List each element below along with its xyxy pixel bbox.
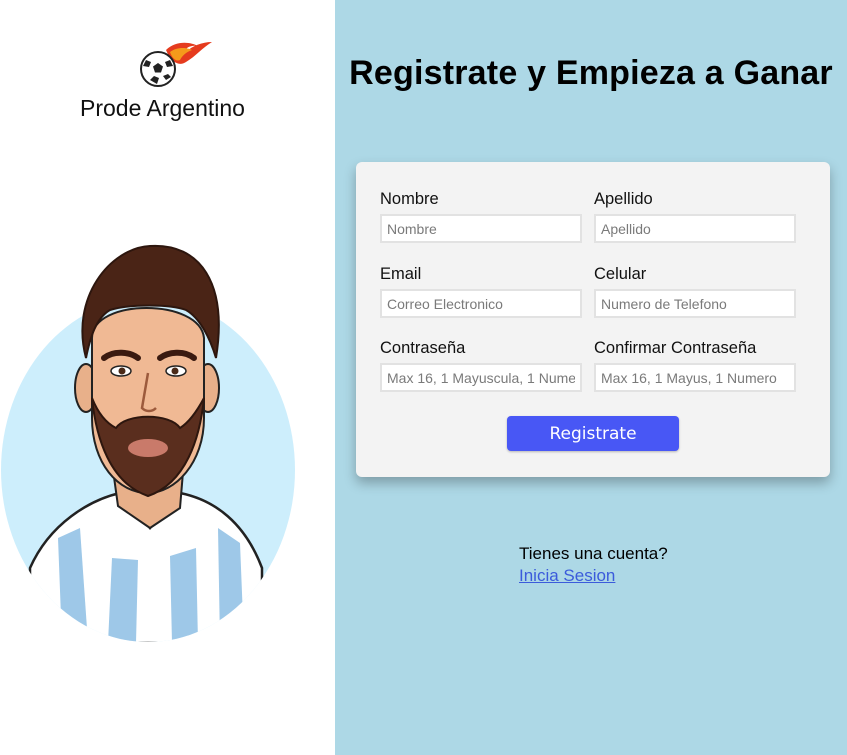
left-panel: Prode Argentino <box>0 0 335 755</box>
last-name-input[interactable] <box>594 214 796 243</box>
player-avatar-illustration <box>1 244 295 642</box>
registration-form: Nombre Apellido Email Celular Contraseña… <box>356 162 830 477</box>
login-link[interactable]: Inicia Sesion <box>519 566 615 586</box>
account-question: Tienes una cuenta? <box>519 544 668 563</box>
right-panel: Registrate y Empieza a Ganar Nombre Apel… <box>335 0 847 755</box>
password-group: Contraseña <box>380 339 582 392</box>
first-name-label: Nombre <box>380 190 439 208</box>
phone-label: Celular <box>594 265 647 283</box>
confirm-password-label: Confirmar Contraseña <box>594 339 757 357</box>
last-name-label: Apellido <box>594 190 653 208</box>
brand-name: Prode Argentino <box>80 95 245 121</box>
first-name-group: Nombre <box>380 190 582 243</box>
email-group: Email <box>380 265 582 318</box>
flaming-soccer-ball-icon <box>140 42 212 87</box>
first-name-input[interactable] <box>380 214 582 243</box>
email-label: Email <box>380 265 422 283</box>
password-input[interactable] <box>380 363 582 392</box>
confirm-password-group: Confirmar Contraseña <box>594 339 796 392</box>
page-title: Registrate y Empieza a Ganar <box>349 54 833 92</box>
confirm-password-input[interactable] <box>594 363 796 392</box>
password-label: Contraseña <box>380 339 466 357</box>
last-name-group: Apellido <box>594 190 796 243</box>
phone-input[interactable] <box>594 289 796 318</box>
phone-group: Celular <box>594 265 796 318</box>
register-button[interactable]: Registrate <box>507 416 679 451</box>
email-input[interactable] <box>380 289 582 318</box>
